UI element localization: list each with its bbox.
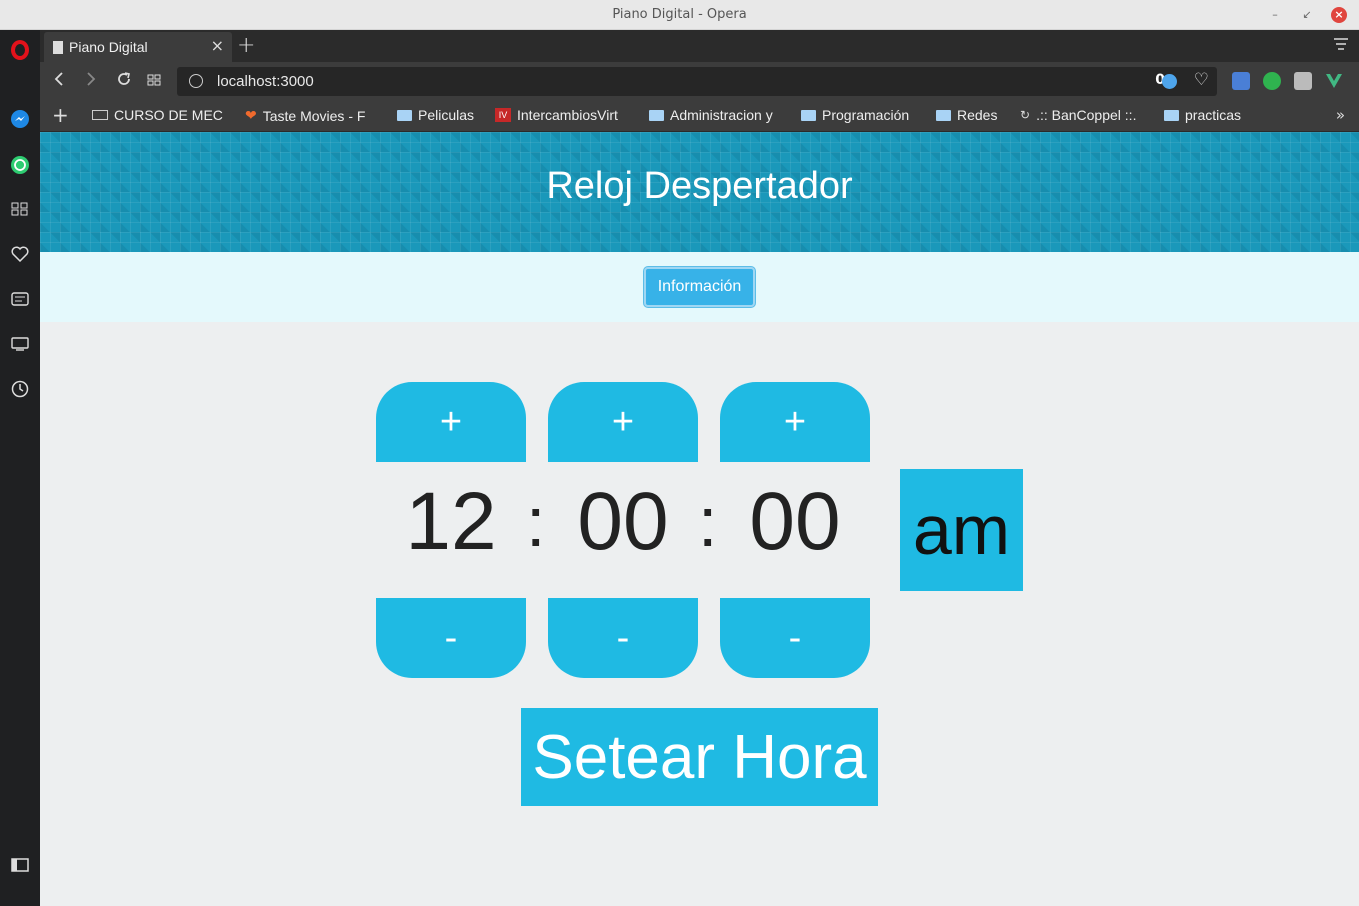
tab-piano-digital[interactable]: Piano Digital × (44, 32, 232, 62)
info-bar: Información (40, 252, 1359, 322)
reader-extension-icon[interactable] (1294, 72, 1312, 90)
hours-increment-button[interactable]: + (376, 382, 526, 462)
history-clock-icon[interactable] (9, 378, 31, 400)
bookmark-taste-movies[interactable]: ❤ Taste Movies - F (245, 107, 371, 124)
seconds-increment-button[interactable]: + (720, 382, 870, 462)
seconds-display: 00 (749, 476, 841, 567)
adblock-icon[interactable] (1162, 74, 1177, 89)
page-header: Reloj Despertador (40, 132, 1359, 252)
add-bookmark-button[interactable]: + (52, 103, 69, 127)
folder-icon (1164, 109, 1179, 121)
heart-icon: ❤ (245, 107, 257, 123)
page-icon (92, 110, 108, 120)
messenger-icon[interactable] (9, 108, 31, 130)
am-pm-toggle-button[interactable]: am (900, 469, 1023, 591)
bookmark-redes[interactable]: Redes (936, 107, 997, 123)
whatsapp-icon[interactable] (9, 154, 31, 176)
tabs-icon[interactable] (9, 333, 31, 355)
bookmark-heart-icon[interactable]: ♡ (1194, 70, 1209, 90)
folder-icon (397, 109, 412, 121)
bookmark-bancoppel[interactable]: ↻ .:: BanCoppel ::. (1020, 107, 1136, 123)
page-content: Reloj Despertador Información + + + 12 :… (40, 132, 1359, 906)
seconds-decrement-button[interactable]: - (720, 598, 870, 678)
reload-icon[interactable] (116, 71, 132, 92)
folder-icon (649, 109, 664, 121)
set-time-button[interactable]: Setear Hora (521, 708, 878, 806)
bookmark-intercambios[interactable]: IV IntercambiosVirt (495, 107, 625, 123)
sidebar-toggle-icon[interactable] (9, 854, 31, 876)
grammar-extension-icon[interactable] (1263, 72, 1281, 90)
minutes-display: 00 (577, 476, 669, 567)
folder-icon (801, 109, 816, 121)
speed-dial-grid-icon[interactable] (147, 71, 161, 91)
bookmark-curso[interactable]: CURSO DE MEC (92, 107, 224, 123)
window-close-button[interactable]: × (1331, 7, 1347, 23)
tab-close-icon[interactable]: × (211, 36, 224, 55)
tab-strip: Piano Digital × + (40, 30, 1359, 62)
tab-menu-icon[interactable] (1333, 36, 1349, 50)
new-tab-button[interactable]: + (237, 33, 255, 58)
globe-icon (189, 74, 203, 88)
page-icon (53, 41, 63, 54)
news-icon[interactable] (9, 288, 31, 310)
speed-dial-icon[interactable] (9, 198, 31, 220)
folder-icon (936, 109, 951, 121)
bookmark-practicas[interactable]: practicas (1164, 107, 1241, 123)
bookmark-peliculas[interactable]: Peliculas (397, 107, 474, 123)
bookmarks-heart-icon[interactable] (9, 243, 31, 265)
page-title: Reloj Despertador (546, 165, 853, 207)
time-separator: : (698, 483, 718, 561)
translate-extension-icon[interactable] (1232, 72, 1250, 90)
hours-decrement-button[interactable]: - (376, 598, 526, 678)
restore-button[interactable]: ↙ (1298, 6, 1316, 24)
opera-sidebar (0, 30, 40, 906)
navigation-bar: localhost:3000 0 ♡ (40, 62, 1359, 100)
minimize-button[interactable]: – (1266, 6, 1284, 24)
vue-devtools-icon[interactable] (1325, 72, 1343, 90)
opera-logo-icon[interactable] (9, 39, 31, 61)
url-text[interactable]: localhost:3000 (217, 73, 314, 90)
time-separator: : (526, 483, 546, 561)
minutes-increment-button[interactable]: + (548, 382, 698, 462)
info-button[interactable]: Información (644, 267, 755, 307)
iv-icon: IV (495, 108, 511, 122)
forward-icon[interactable] (85, 71, 97, 92)
hours-display: 12 (405, 476, 497, 567)
loading-icon: ↻ (1020, 108, 1031, 122)
minutes-decrement-button[interactable]: - (548, 598, 698, 678)
window-titlebar: Piano Digital - Opera – ↙ × (0, 0, 1359, 30)
back-icon[interactable] (53, 71, 65, 92)
window-title: Piano Digital - Opera (612, 7, 747, 22)
bookmarks-bar: + CURSO DE MEC ❤ Taste Movies - F Pelicu… (40, 100, 1359, 132)
tab-title: Piano Digital (69, 39, 148, 55)
address-bar[interactable]: localhost:3000 0 ♡ (177, 67, 1217, 96)
bookmark-administracion[interactable]: Administracion y (649, 107, 778, 123)
bookmarks-overflow-icon[interactable]: » (1336, 106, 1345, 124)
bookmark-programacion[interactable]: Programación (801, 107, 909, 123)
